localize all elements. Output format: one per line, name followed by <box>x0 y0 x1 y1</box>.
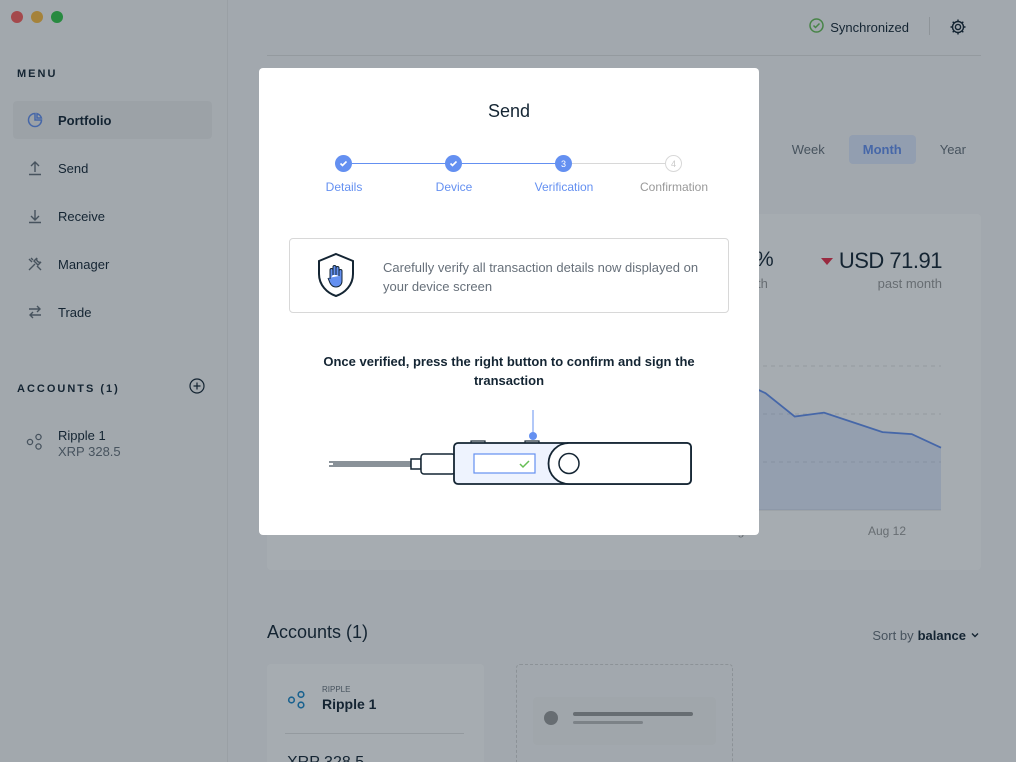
ledger-device-illustration <box>327 408 697 493</box>
stepper: 3 4 Details Device Verification Confirma… <box>259 154 759 198</box>
shield-hand-icon <box>316 252 356 303</box>
step-4-number: 4 <box>665 155 682 172</box>
step-2-check-icon <box>445 155 462 172</box>
step-label-verification: Verification <box>534 180 594 194</box>
step-label-confirmation: Confirmation <box>639 180 709 194</box>
step-label-details: Details <box>325 180 363 194</box>
verify-info-box: Carefully verify all transaction details… <box>289 238 729 313</box>
step-3-number: 3 <box>555 155 572 172</box>
step-connector <box>572 163 673 164</box>
step-connector <box>352 163 453 164</box>
send-modal: Send 3 4 Details Device Verification Con… <box>259 68 759 535</box>
modal-title: Send <box>487 101 531 121</box>
step-1-check-icon <box>335 155 352 172</box>
confirm-instruction: Once verified, press the right button to… <box>323 354 695 388</box>
step-connector <box>462 163 563 164</box>
step-label-device: Device <box>435 180 473 194</box>
verify-info-text: Carefully verify all transaction details… <box>383 260 699 294</box>
